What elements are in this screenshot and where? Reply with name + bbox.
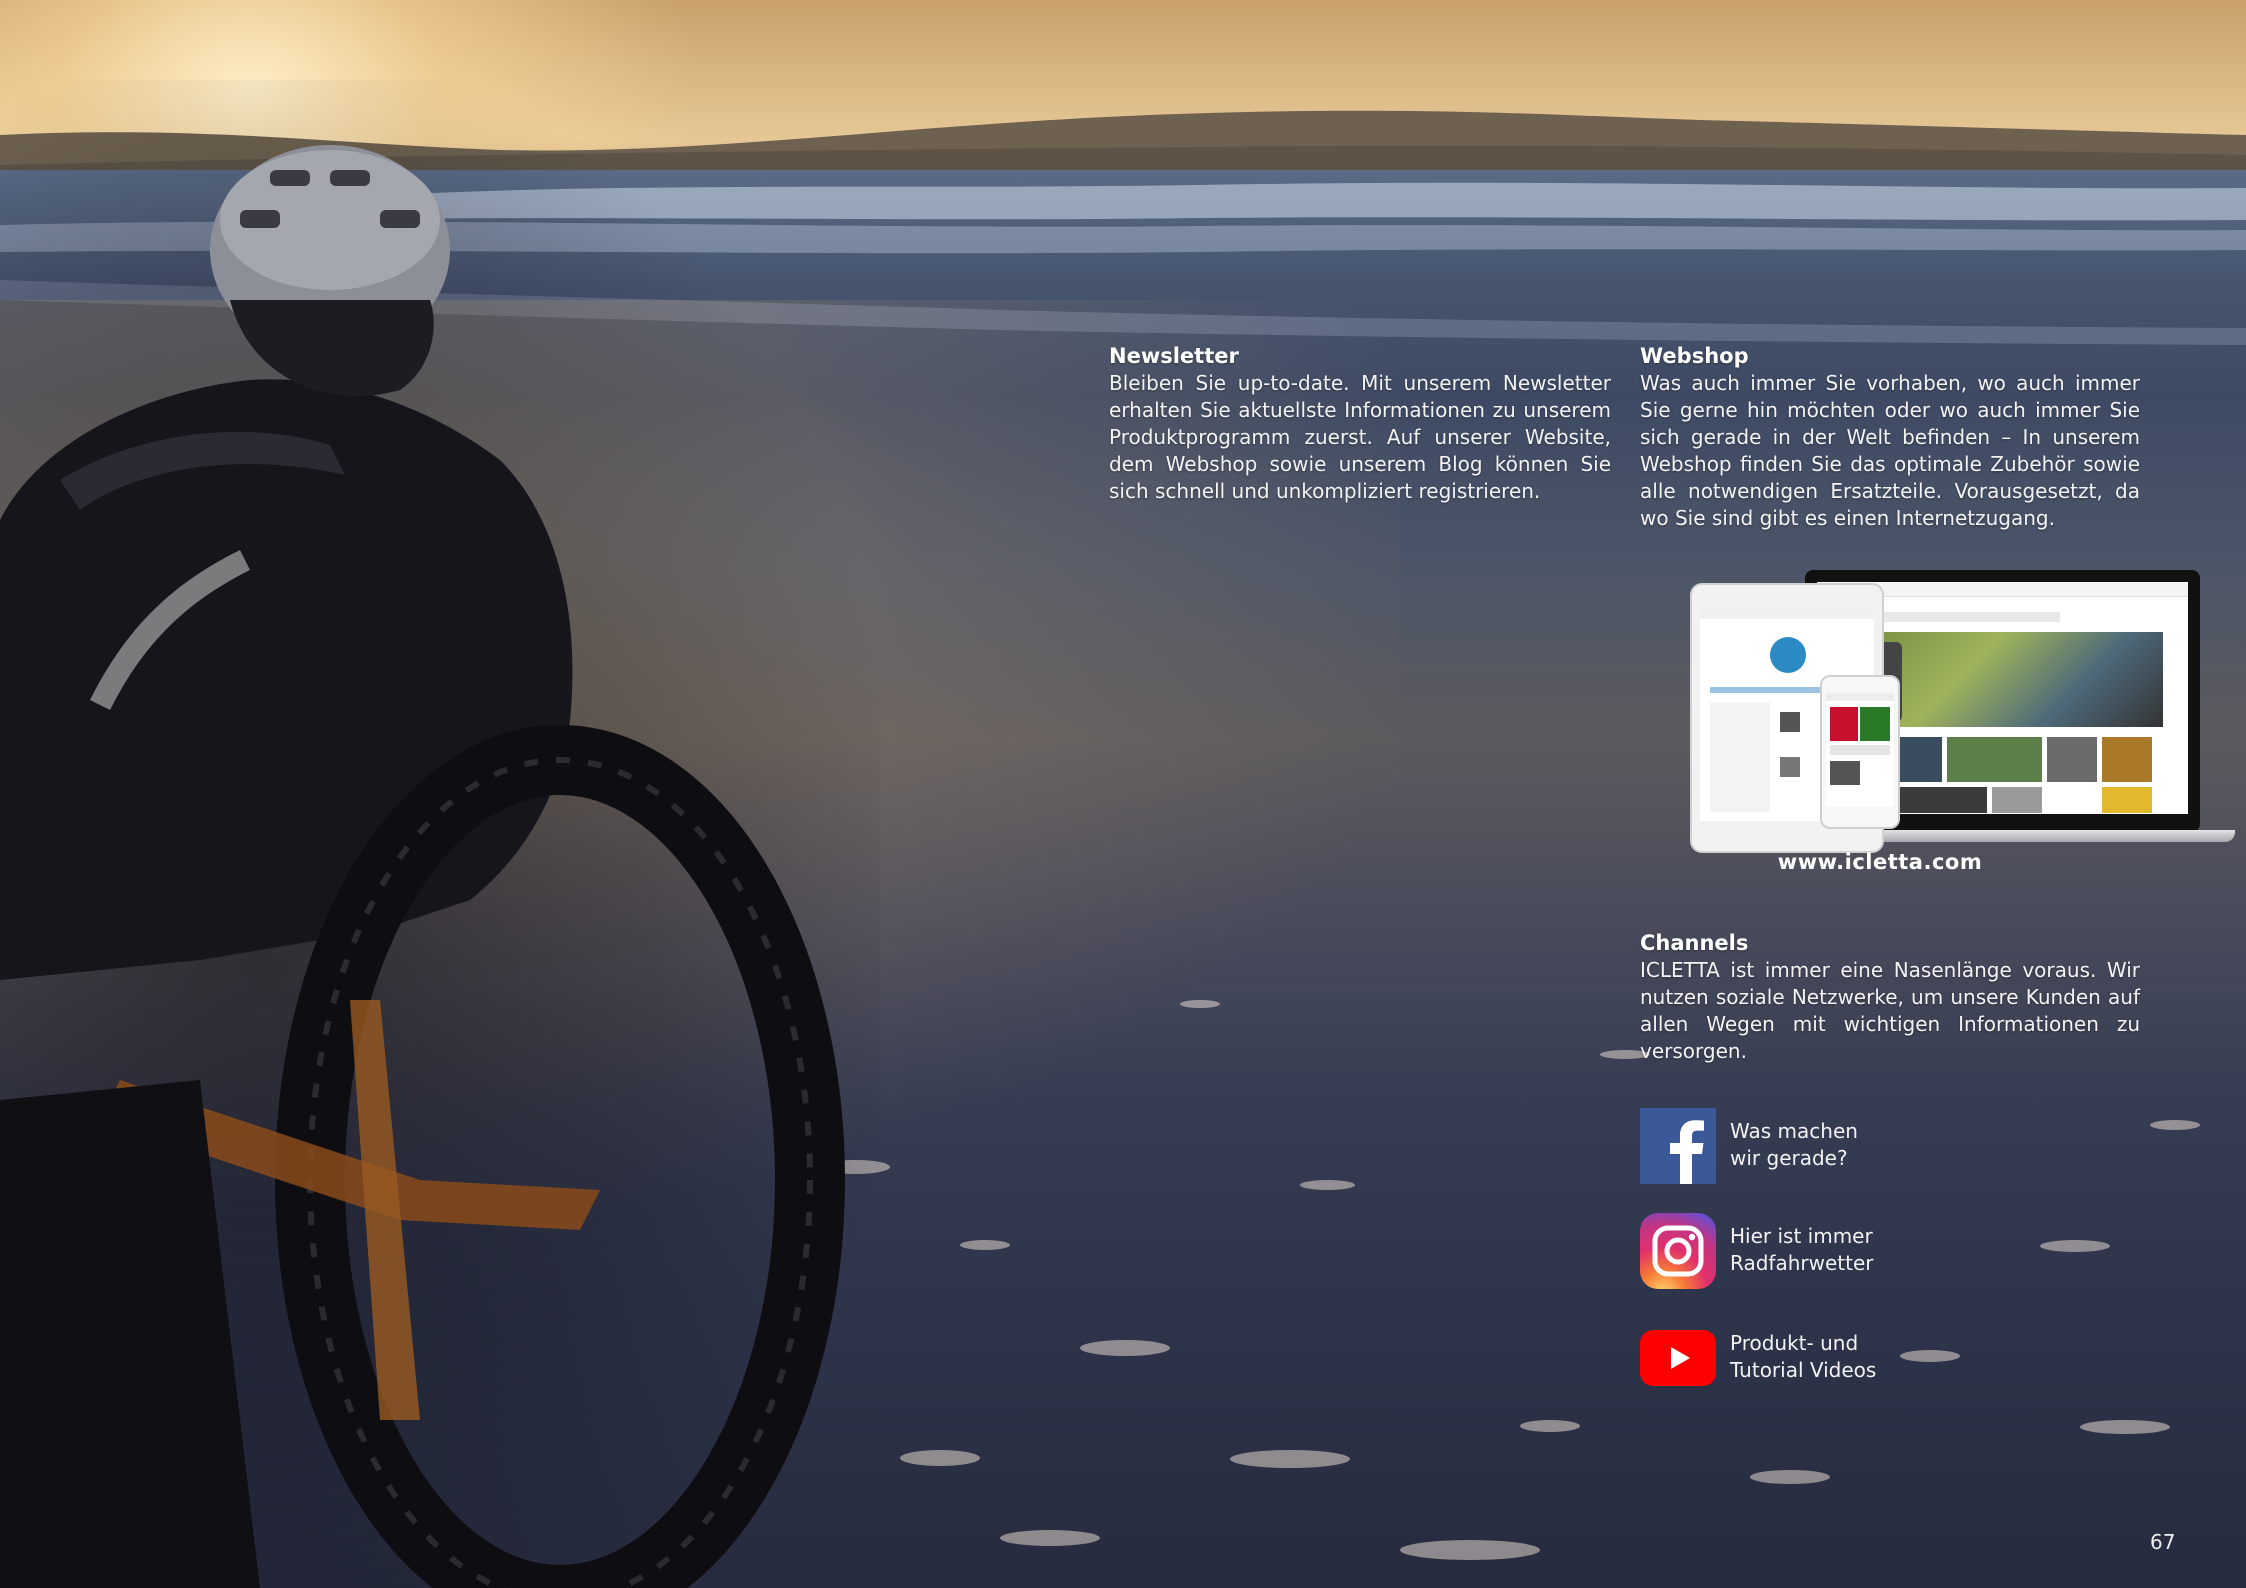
foam-fleck xyxy=(2080,1420,2170,1434)
youtube-label: Produkt- und Tutorial Videos xyxy=(1730,1331,1877,1382)
youtube-icon[interactable] xyxy=(1640,1320,1716,1396)
webshop-devices-mockup xyxy=(1690,565,2240,855)
foam-fleck xyxy=(1750,1470,1830,1484)
social-youtube[interactable]: Produkt- und Tutorial Videos xyxy=(1640,1320,2060,1398)
webshop-section: Webshop Was auch immer Sie vorhaben, wo … xyxy=(1640,343,2140,532)
channels-heading: Channels xyxy=(1640,931,1749,955)
foam-fleck xyxy=(2150,1120,2200,1130)
channels-section: Channels ICLETTA ist immer eine Nasenlän… xyxy=(1640,930,2140,1065)
foam-fleck xyxy=(900,1450,980,1466)
foam-fleck xyxy=(1400,1540,1540,1560)
phone xyxy=(1820,675,1900,829)
instagram-icon[interactable] xyxy=(1640,1213,1716,1289)
webshop-heading: Webshop xyxy=(1640,344,1749,368)
newsletter-body: Bleiben Sie up-to-date. Mit unserem News… xyxy=(1109,371,1611,503)
social-instagram[interactable]: Hier ist immer Radfahrwetter xyxy=(1640,1213,2060,1291)
instagram-label: Hier ist immer Radfahrwetter xyxy=(1730,1224,1874,1275)
rider-silhouette xyxy=(0,145,845,1588)
foam-fleck xyxy=(960,1240,1010,1250)
foam-fleck xyxy=(1230,1450,1350,1468)
social-facebook[interactable]: Was machen wir gerade? xyxy=(1640,1108,2060,1186)
foam-fleck xyxy=(1080,1340,1170,1356)
webshop-url[interactable]: www.icletta.com xyxy=(1690,850,2070,874)
facebook-label: Was machen wir gerade? xyxy=(1730,1119,1858,1170)
webshop-body: Was auch immer Sie vorhaben, wo auch imm… xyxy=(1640,371,2140,530)
foam-fleck xyxy=(1000,1530,1100,1546)
foam-fleck xyxy=(1180,1000,1220,1008)
newsletter-section: Newsletter Bleiben Sie up-to-date. Mit u… xyxy=(1109,343,1611,505)
page-number: 67 xyxy=(2150,1530,2176,1554)
phone-webshop-screenshot xyxy=(1826,693,1894,807)
foam-fleck xyxy=(1520,1420,1580,1432)
foam-fleck xyxy=(1300,1180,1355,1190)
facebook-icon[interactable] xyxy=(1640,1108,1716,1184)
channels-body: ICLETTA ist immer eine Nasenlänge voraus… xyxy=(1640,958,2140,1063)
newsletter-heading: Newsletter xyxy=(1109,344,1239,368)
